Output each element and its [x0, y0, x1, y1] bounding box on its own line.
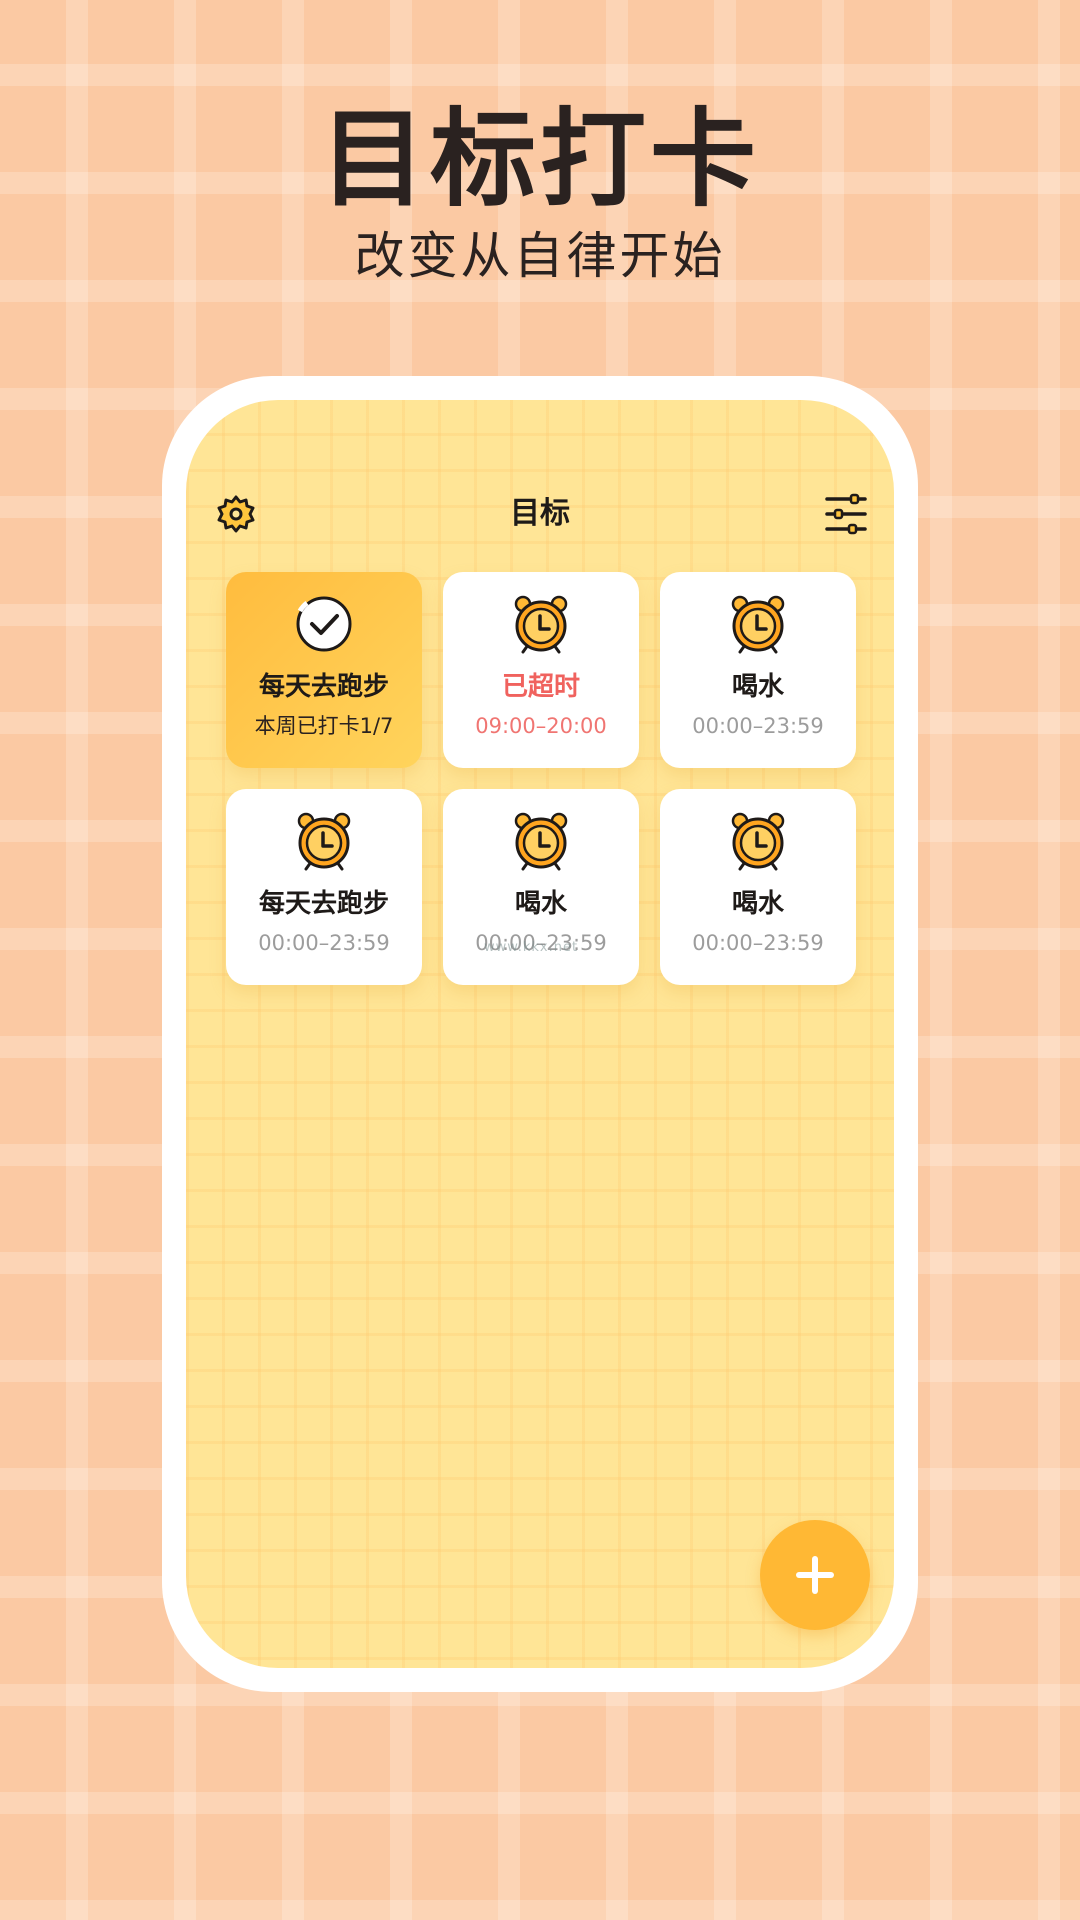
goal-card[interactable]: 每天去跑步 00:00–23:59: [226, 789, 422, 985]
goal-status-icon: [509, 592, 573, 656]
goal-time-range: 00:00–23:59: [692, 714, 824, 738]
app-screen: 目标 每天去跑步 本周已打卡1/7 已超时 09:00–20:00 喝水 00:…: [186, 400, 894, 1668]
goal-name: 喝水: [731, 889, 784, 919]
alarm-clock-icon: [514, 812, 568, 871]
goal-name: 喝水: [514, 889, 567, 919]
app-header: 目标: [186, 486, 894, 542]
goal-status-icon: [292, 809, 356, 873]
goal-status-icon: [509, 809, 573, 873]
alarm-clock-icon: [514, 595, 568, 654]
check-circle-icon: [296, 596, 352, 652]
alarm-clock-icon: [731, 812, 785, 871]
goal-status-icon: [292, 592, 356, 656]
goal-card[interactable]: 喝水 00:00–23:59: [443, 789, 639, 985]
sliders-icon: [825, 493, 867, 535]
add-goal-button[interactable]: [760, 1520, 870, 1630]
hero-title: 目标打卡: [320, 98, 760, 221]
goal-progress: 本周已打卡1/7: [254, 714, 394, 738]
goal-name: 每天去跑步: [258, 672, 389, 702]
filter-button[interactable]: [824, 492, 868, 536]
goal-name: 每天去跑步: [258, 889, 389, 919]
alarm-clock-icon: [297, 812, 351, 871]
goal-time-range: 00:00–23:59: [692, 931, 824, 955]
goal-status-icon: [726, 592, 790, 656]
goal-card[interactable]: 喝水 00:00–23:59: [660, 572, 856, 768]
phone-frame: 目标 每天去跑步 本周已打卡1/7 已超时 09:00–20:00 喝水 00:…: [162, 376, 918, 1692]
watermark: www.kkx.net: [484, 940, 579, 955]
page-title: 目标: [510, 496, 570, 531]
goal-card[interactable]: 喝水 00:00–23:59: [660, 789, 856, 985]
goal-card[interactable]: 每天去跑步 本周已打卡1/7: [226, 572, 422, 768]
goal-card[interactable]: 已超时 09:00–20:00: [443, 572, 639, 768]
plus-icon: [796, 1556, 834, 1594]
goal-status-icon: [726, 809, 790, 873]
goal-name: 喝水: [731, 672, 784, 702]
goal-name: 已超时: [501, 672, 580, 702]
hero-subtitle: 改变从自律开始: [354, 227, 726, 285]
alarm-clock-icon: [731, 595, 785, 654]
goal-time-range: 09:00–20:00: [475, 714, 607, 738]
goal-grid: 每天去跑步 本周已打卡1/7 已超时 09:00–20:00 喝水 00:00–…: [226, 572, 856, 985]
goal-time-range: 00:00–23:59: [258, 931, 390, 955]
